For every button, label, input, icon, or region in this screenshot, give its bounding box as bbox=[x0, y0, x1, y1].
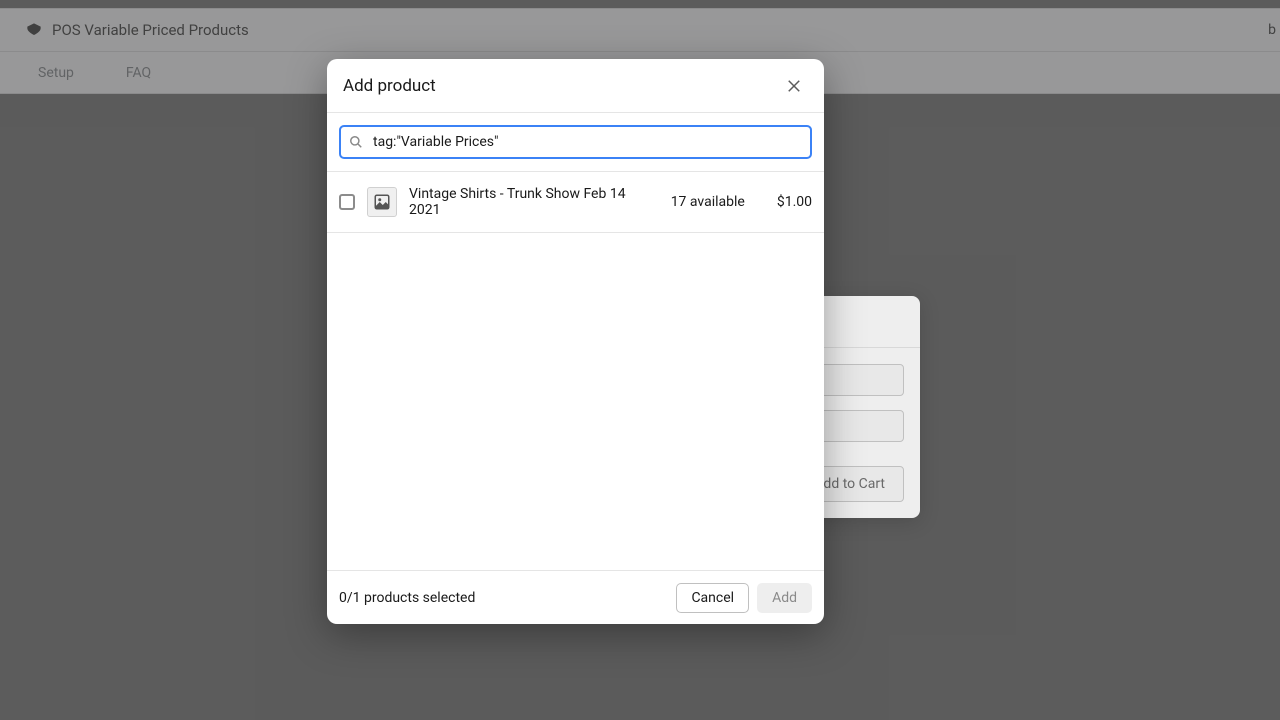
product-availability: 17 available bbox=[671, 194, 745, 210]
add-product-modal: Add product V bbox=[327, 59, 824, 624]
product-name: Vintage Shirts - Trunk Show Feb 14 2021 bbox=[409, 186, 659, 218]
modal-footer: 0/1 products selected Cancel Add bbox=[327, 570, 824, 624]
selected-count: 0/1 products selected bbox=[339, 590, 475, 606]
close-icon bbox=[785, 77, 803, 95]
product-checkbox[interactable] bbox=[339, 194, 355, 210]
footer-buttons: Cancel Add bbox=[676, 583, 812, 613]
image-placeholder-icon bbox=[373, 193, 391, 211]
modal-body bbox=[327, 233, 824, 570]
product-thumbnail bbox=[367, 187, 397, 217]
modal-search-section bbox=[327, 113, 824, 172]
cancel-button[interactable]: Cancel bbox=[676, 583, 749, 613]
search-icon bbox=[349, 134, 365, 150]
modal-header: Add product bbox=[327, 59, 824, 113]
modal-title: Add product bbox=[343, 76, 436, 96]
search-wrapper bbox=[339, 125, 812, 159]
close-button[interactable] bbox=[780, 72, 808, 100]
product-price: $1.00 bbox=[777, 194, 812, 210]
product-row[interactable]: Vintage Shirts - Trunk Show Feb 14 2021 … bbox=[327, 172, 824, 233]
search-input[interactable] bbox=[339, 125, 812, 159]
add-button[interactable]: Add bbox=[757, 583, 812, 613]
